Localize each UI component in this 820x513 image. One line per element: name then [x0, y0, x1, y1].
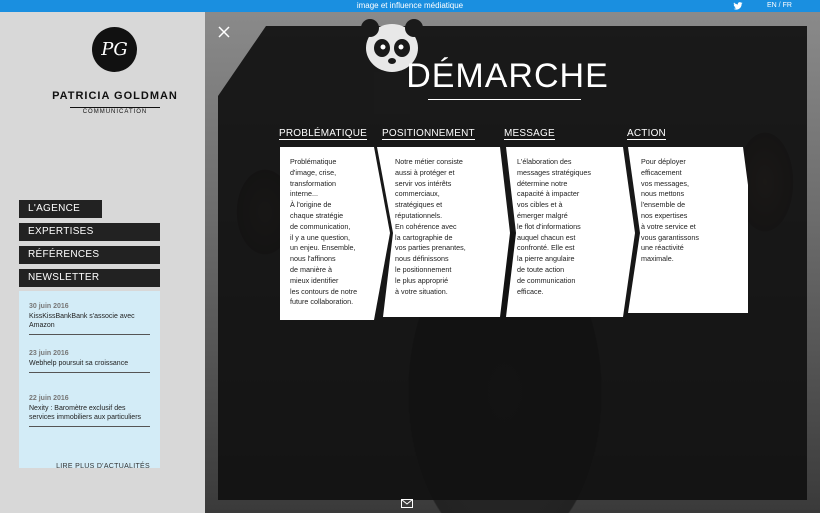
column-heading-message: MESSAGE	[504, 128, 555, 140]
card-text-line: messages stratégiques	[517, 167, 591, 177]
sidebar: PG PATRICIA GOLDMAN COMMUNICATION L'AGEN…	[0, 12, 205, 513]
card-text-line: mieux identifier	[290, 275, 339, 285]
card-text-line: d'image, crise,	[290, 167, 337, 177]
card-text-line: En cohérence avec	[395, 221, 457, 231]
card-text-line: capacité à impacter	[517, 189, 580, 199]
card-text-line: le plus approprié	[395, 275, 449, 285]
language-switcher: EN / FR	[767, 0, 792, 12]
card-text-line: maximale.	[641, 254, 674, 264]
card-text-line: l'ensemble de	[641, 200, 686, 210]
main-nav: L'AGENCE EXPERTISES RÉFÉRENCES NEWSLETTE…	[19, 200, 160, 292]
card-text-line: une réactivité	[641, 243, 684, 253]
card-text-line: Problématique	[290, 157, 337, 166]
card-text-action: Pour déployer efficacement vos messages, no…	[641, 157, 737, 265]
news-date: 23 juin 2016	[29, 350, 69, 357]
card-text-line: il y a une question,	[290, 232, 350, 242]
card-text-line: le positionnement	[395, 264, 452, 274]
card-text-line: nos expertises	[641, 210, 688, 220]
card-text-line: servir vos intérêts	[395, 178, 452, 188]
brand-name[interactable]: PATRICIA GOLDMAN	[0, 90, 230, 102]
close-icon[interactable]	[217, 25, 231, 39]
nav-item-agence[interactable]: L'AGENCE	[19, 200, 102, 218]
card-text-line: de toute action	[517, 264, 565, 274]
card-text-line: la pierre angulaire	[517, 254, 575, 264]
card-text-line: confronté. Elle est	[517, 243, 575, 253]
card-text-line: vos cibles et à	[517, 200, 563, 210]
card-text-line: interne...	[290, 189, 318, 199]
card-text-line: aussi à protéger et	[395, 167, 455, 177]
card-text-line: vous garantissons	[641, 232, 699, 242]
card-text-line: efficace.	[517, 286, 544, 296]
tagline: image et influence médiatique	[356, 1, 464, 10]
card-text-line: détermine notre	[517, 178, 568, 188]
news-item[interactable]: 23 juin 2016 Webhelp poursuit sa croissa…	[29, 350, 150, 373]
card-text-line: les contours de notre	[290, 286, 358, 296]
card-text-line: stratégiques et	[395, 200, 443, 210]
card-text-line: transformation	[290, 178, 336, 188]
news-title[interactable]: KissKissBankBank s'associe avec Amazon	[29, 312, 150, 334]
news-date: 30 juin 2016	[29, 303, 69, 310]
read-more-news-link[interactable]: LIRE PLUS D'ACTUALITÉS	[56, 463, 150, 470]
card-text-line: nous mettons	[641, 189, 685, 199]
card-text-line: Pour déployer	[641, 157, 686, 166]
card-text-line: vos parties prenantes,	[395, 243, 466, 253]
card-text-line: à votre situation.	[395, 286, 448, 296]
card-text-line: nous définissons	[395, 254, 449, 264]
card-text-line: auquel chacun est	[517, 232, 576, 242]
card-text-line: chaque stratégie	[290, 210, 344, 220]
card-text-line: de manière à	[290, 264, 332, 274]
card-text-line: à votre service et	[641, 221, 696, 231]
card-text-line: future collaboration.	[290, 297, 354, 307]
card-text-line: de communication,	[290, 221, 351, 231]
card-text-line: réputationnels.	[395, 210, 443, 220]
card-text-line: efficacement	[641, 167, 682, 177]
news-panel: 30 juin 2016 KissKissBankBank s'associe …	[19, 291, 160, 470]
lang-fr-link[interactable]: FR	[783, 2, 792, 9]
card-text-line: L'élaboration des	[517, 157, 572, 166]
logo-monogram[interactable]: PG	[92, 27, 137, 72]
card-text-message: L'élaboration des messages stratégiques dé…	[517, 157, 621, 297]
news-item[interactable]: 30 juin 2016 KissKissBankBank s'associe …	[29, 303, 150, 335]
card-text-line: de communication	[517, 275, 576, 285]
news-title[interactable]: Nexity : Baromètre exclusif des services…	[29, 404, 150, 426]
title-underline	[428, 99, 581, 100]
nav-item-references[interactable]: RÉFÉRENCES	[19, 246, 160, 264]
card-text-line: Notre métier consiste	[395, 157, 463, 166]
card-text-line: la cartographie de	[395, 232, 453, 242]
card-text-positionnement: Notre métier consiste aussi à protéger et…	[395, 157, 499, 297]
lang-en-link[interactable]: EN	[767, 2, 777, 9]
news-item[interactable]: 22 juin 2016 Nexity : Baromètre exclusif…	[29, 395, 150, 427]
card-text-line: émerger malgré	[517, 210, 568, 220]
brand-subtitle: COMMUNICATION	[70, 107, 160, 115]
news-title[interactable]: Webhelp poursuit sa croissance	[29, 359, 150, 372]
column-heading-problematique: PROBLÉMATIQUE	[279, 128, 367, 140]
twitter-icon[interactable]	[733, 1, 743, 11]
column-heading-positionnement: POSITIONNEMENT	[382, 128, 475, 140]
card-text-line: un enjeu. Ensemble,	[290, 243, 356, 253]
mail-icon[interactable]	[401, 499, 413, 508]
top-bar: image et influence médiatique EN / FR	[0, 0, 820, 12]
card-text-line: nous l'affinons	[290, 254, 336, 264]
nav-item-newsletter[interactable]: NEWSLETTER	[19, 269, 160, 287]
nav-item-expertises[interactable]: EXPERTISES	[19, 223, 160, 241]
card-text-line: À l'origine de	[290, 200, 332, 210]
news-date: 22 juin 2016	[29, 395, 69, 402]
card-text-line: commerciaux,	[395, 189, 440, 199]
modal-title: DÉMARCHE	[406, 57, 609, 95]
card-text-problematique: Problématique d'image, crise, transformati…	[290, 157, 382, 308]
column-heading-action: ACTION	[627, 128, 666, 140]
card-text-line: vos messages,	[641, 178, 689, 188]
card-text-line: le flot d'informations	[517, 221, 581, 231]
